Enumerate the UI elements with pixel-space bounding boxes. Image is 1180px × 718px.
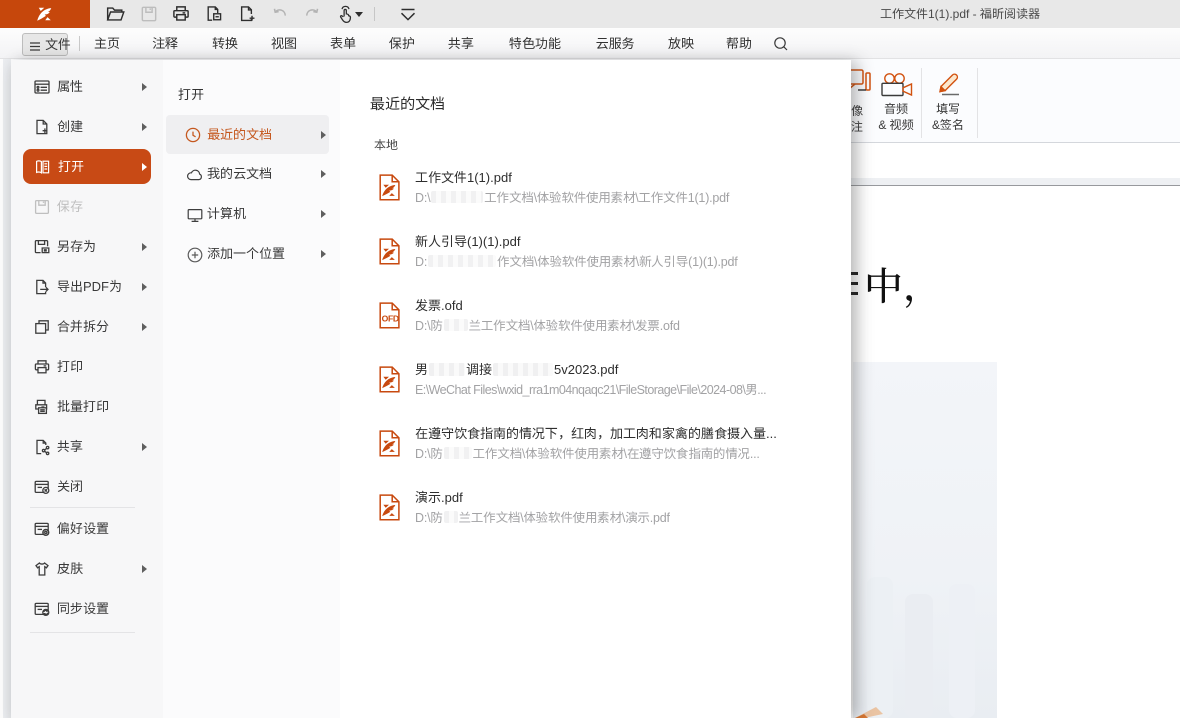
svg-text:OFD: OFD [382,313,399,323]
